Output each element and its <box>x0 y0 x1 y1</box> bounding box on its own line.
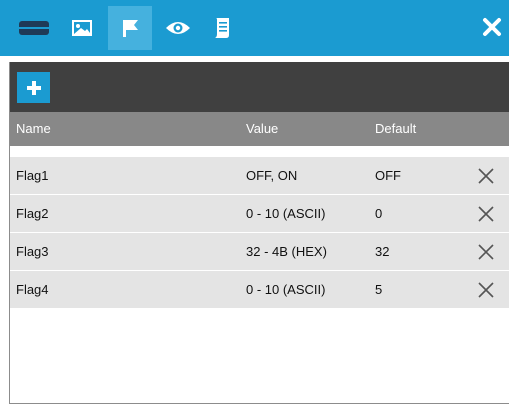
column-header-default: Default <box>375 121 417 136</box>
close-icon <box>483 18 501 36</box>
image-icon <box>72 20 92 36</box>
delete-icon[interactable] <box>476 166 496 186</box>
delete-icon[interactable] <box>476 204 496 224</box>
table-row[interactable]: Flag2 0 - 10 (ASCII) 0 <box>10 195 509 233</box>
flag-value: OFF, ON <box>246 168 298 183</box>
device-icon <box>19 21 49 35</box>
column-header-name: Name <box>16 121 51 136</box>
script-icon <box>215 18 229 38</box>
flag-default: 32 <box>375 244 390 259</box>
delete-icon[interactable] <box>476 280 496 300</box>
tab-script[interactable] <box>200 6 244 50</box>
table-row[interactable]: Flag4 0 - 10 (ASCII) 5 <box>10 271 509 309</box>
tab-image[interactable] <box>60 6 104 50</box>
tab-device[interactable] <box>12 6 56 50</box>
flag-value: 32 - 4B (HEX) <box>246 244 327 259</box>
plus-icon <box>26 80 41 95</box>
flag-default: 5 <box>375 282 383 297</box>
table-row[interactable]: Flag1 OFF, ON OFF <box>10 157 509 195</box>
flag-default: OFF <box>375 168 401 183</box>
flags-panel: Name Value Default Flag1 OFF, ON OFF Fla… <box>9 62 509 404</box>
flag-name: Flag4 <box>16 282 49 297</box>
top-toolbar <box>0 0 509 56</box>
flag-value: 0 - 10 (ASCII) <box>246 282 326 297</box>
flag-default: 0 <box>375 206 383 221</box>
flag-icon <box>123 20 138 37</box>
delete-icon[interactable] <box>476 242 496 262</box>
add-flag-button[interactable] <box>17 72 50 103</box>
tab-flags[interactable] <box>108 6 152 50</box>
flag-name: Flag2 <box>16 206 49 221</box>
flag-name: Flag3 <box>16 244 49 259</box>
panel-toolbar <box>10 62 509 112</box>
table-row[interactable]: Flag3 32 - 4B (HEX) 32 <box>10 233 509 271</box>
eye-icon <box>166 22 190 34</box>
close-button[interactable] <box>477 12 507 42</box>
flag-value: 0 - 10 (ASCII) <box>246 206 326 221</box>
tab-view[interactable] <box>156 6 200 50</box>
flag-name: Flag1 <box>16 168 49 183</box>
column-header-value: Value <box>246 121 279 136</box>
table-header: Name Value Default <box>10 112 509 146</box>
